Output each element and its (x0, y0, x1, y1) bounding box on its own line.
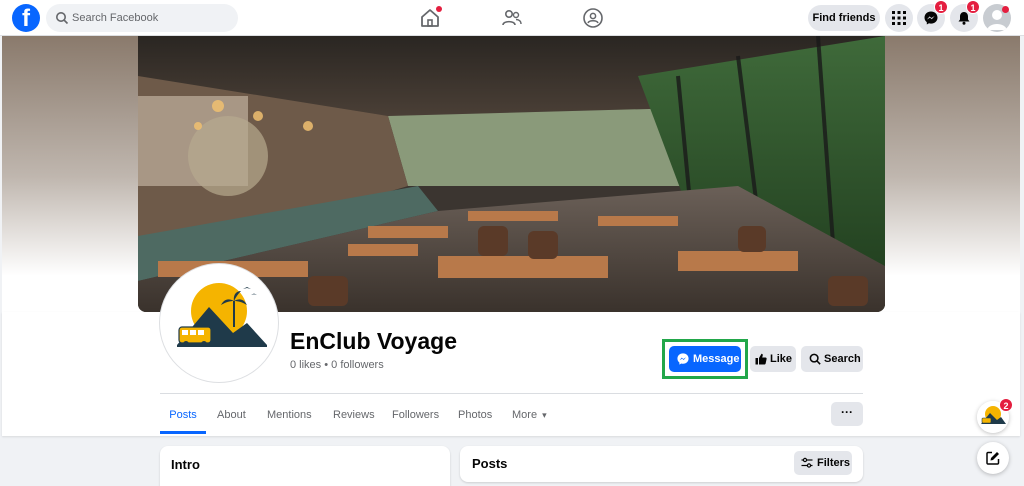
groups-icon[interactable] (581, 6, 605, 30)
page-title: EnClub Voyage (290, 328, 457, 354)
messenger-icon (924, 11, 938, 25)
search-button-label: Search (824, 353, 861, 365)
home-notification-dot (436, 6, 442, 12)
tab-mentions[interactable]: Mentions (267, 402, 312, 434)
tab-more[interactable]: More ▾ (512, 402, 547, 434)
intro-title: Intro (171, 457, 200, 472)
tab-more-label: More (512, 409, 538, 421)
more-options-button[interactable]: ··· (831, 402, 863, 426)
thumbs-up-icon (755, 353, 767, 365)
tabs-divider (160, 393, 863, 394)
page-profile-picture[interactable] (160, 264, 278, 382)
grid-menu-icon (892, 11, 906, 25)
notifications-badge: 1 (966, 0, 980, 14)
tab-photos[interactable]: Photos (458, 402, 492, 434)
friends-icon[interactable] (500, 6, 524, 30)
enclub-voyage-logo (163, 267, 275, 379)
tab-about[interactable]: About (217, 402, 246, 434)
tab-posts[interactable]: Posts (160, 402, 206, 434)
facebook-logo[interactable]: f (12, 4, 40, 32)
message-button[interactable]: Message (669, 346, 741, 372)
tab-followers[interactable]: Followers (392, 402, 439, 434)
chevron-down-icon: ▾ (542, 410, 547, 420)
restaurant-interior-image (138, 36, 885, 312)
compose-icon (986, 451, 1000, 465)
menu-button[interactable] (885, 4, 913, 32)
account-notification-dot (1002, 6, 1009, 13)
page-header-panel (2, 312, 1020, 436)
find-friends-button[interactable]: Find friends (808, 5, 880, 31)
chat-head-badge: 2 (999, 398, 1013, 412)
filter-sliders-icon (801, 457, 813, 468)
like-button[interactable]: Like (750, 346, 796, 372)
like-button-label: Like (770, 353, 793, 365)
search-input[interactable] (72, 4, 232, 32)
tab-reviews[interactable]: Reviews (333, 402, 375, 434)
posts-title: Posts (472, 456, 508, 471)
messenger-badge: 1 (934, 0, 948, 14)
filters-button[interactable]: Filters (794, 451, 852, 475)
search-icon (809, 353, 821, 365)
top-navigation-bar: f Find friends 1 1 (0, 0, 1024, 36)
new-message-button[interactable] (977, 442, 1009, 474)
page-stats: 0 likes • 0 followers (290, 359, 384, 371)
intro-card: Intro (160, 446, 450, 486)
filters-button-label: Filters (817, 457, 851, 469)
cover-photo[interactable] (138, 36, 885, 312)
message-button-label: Message (693, 353, 740, 365)
messenger-icon (677, 353, 689, 365)
search-box[interactable] (46, 4, 238, 32)
search-icon (56, 12, 69, 25)
page-search-button[interactable]: Search (801, 346, 863, 372)
